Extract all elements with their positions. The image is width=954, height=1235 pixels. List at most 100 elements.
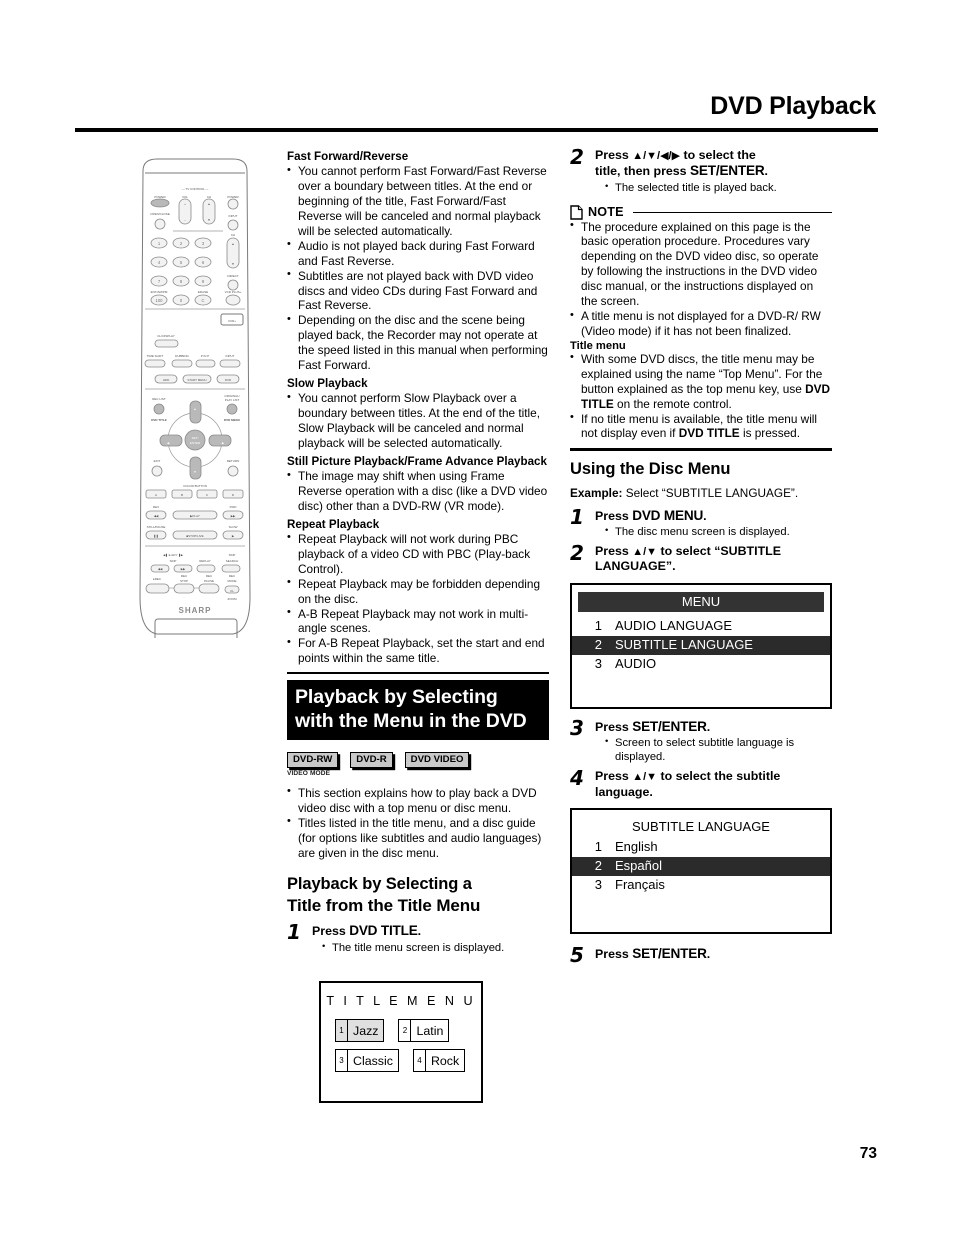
svg-text:VCR+: VCR+ bbox=[228, 319, 236, 323]
step-bullets: Screen to select subtitle language is di… bbox=[605, 736, 832, 764]
step-text: Press ▲/▼ to select “SUBTITLE LANGUAGE”. bbox=[595, 544, 832, 574]
note-header: NOTE bbox=[570, 204, 832, 220]
list-item: The disc menu screen is displayed. bbox=[605, 525, 832, 539]
disc-type-badges: DVD-RW VIDEO MODE DVD-R DVD VIDEO bbox=[287, 749, 549, 777]
step-text: Press DVD TITLE. bbox=[312, 923, 549, 939]
svg-text:P IN P: P IN P bbox=[201, 354, 210, 358]
step-text-tail: to select the subtitle bbox=[657, 769, 781, 784]
item-label: Español bbox=[615, 858, 662, 874]
heading-slow-playback: Slow Playback bbox=[287, 377, 368, 391]
example-label: Example: bbox=[570, 485, 623, 500]
svg-text:▲: ▲ bbox=[232, 242, 235, 246]
svg-text:ENTER: ENTER bbox=[190, 441, 201, 445]
step-text-tail: to select “SUBTITLE bbox=[657, 544, 781, 559]
bullets-fast-forward-reverse: You cannot perform Fast Forward/Fast Rev… bbox=[287, 164, 549, 373]
disc-menu-rows: 1 AUDIO LANGUAGE 2 SUBTITLE LANGUAGE 3 A… bbox=[572, 612, 830, 674]
svg-text:MODE: MODE bbox=[228, 579, 237, 583]
badge-dvd-video: DVD VIDEO bbox=[404, 749, 470, 768]
step-text: Press ▲/▼/◀/▶ to select the title, then p… bbox=[595, 148, 832, 180]
manual-page: DVD Playback .ol{fill:none;stroke:#7a7a7… bbox=[0, 0, 954, 1235]
step-text: Press SET/ENTER. bbox=[595, 719, 832, 735]
section-banner-playback-by-selecting: Playback by Selecting with the Menu in t… bbox=[287, 679, 549, 741]
page-title: DVD Playback bbox=[710, 92, 876, 120]
list-item: This section explains how to play back a… bbox=[287, 785, 549, 816]
svg-text:A: A bbox=[155, 493, 157, 497]
arrow-keys-icon: ▲/▼ bbox=[632, 771, 658, 784]
svg-text:REC: REC bbox=[181, 574, 188, 578]
svg-text:●REC: ●REC bbox=[153, 577, 162, 581]
disc-menu-item-2[interactable]: 2 SUBTITLE LANGUAGE bbox=[572, 635, 830, 655]
svg-text:HDD: HDD bbox=[163, 378, 170, 382]
right-column: 2 Press ▲/▼/◀/▶ to select the title, then… bbox=[570, 145, 832, 967]
svg-text:+: + bbox=[184, 202, 186, 206]
title-menu-row: 3 Classic 4 Rock bbox=[335, 1049, 481, 1072]
disc-menu-item-1[interactable]: 1 AUDIO LANGUAGE bbox=[572, 617, 830, 636]
title-menu-item-2[interactable]: 2 Latin bbox=[398, 1019, 450, 1042]
title-menu-grid: 1 Jazz 2 Latin 3 Classic 4 Rock bbox=[335, 1019, 481, 1072]
note-subbullets: With some DVD discs, the title menu may … bbox=[570, 351, 832, 442]
list-item: Audio is not played back during Fast For… bbox=[287, 238, 549, 269]
item-number: 2 bbox=[399, 1020, 412, 1041]
svg-text:▼: ▼ bbox=[194, 470, 197, 474]
subtitle-language-item-2[interactable]: 2 Español bbox=[572, 857, 830, 877]
step-key-name: SET/ENTER bbox=[690, 163, 765, 179]
subtitle-language-item-3[interactable]: 3 Français bbox=[572, 876, 830, 895]
note-bullets: The procedure explained on this page is … bbox=[570, 219, 832, 339]
svg-text:▼: ▼ bbox=[232, 262, 235, 266]
svg-text:EXIT: EXIT bbox=[154, 459, 161, 463]
step-number: 2 bbox=[570, 541, 584, 566]
svg-text:▲: ▲ bbox=[194, 407, 197, 411]
list-item: Depending on the disc and the scene bein… bbox=[287, 313, 549, 373]
step-period: . bbox=[764, 164, 768, 179]
svg-text:PLAY LIST: PLAY LIST bbox=[225, 398, 240, 402]
title-menu-item-4[interactable]: 4 Rock bbox=[412, 1049, 466, 1072]
list-item: A-B Repeat Playback may not work in mult… bbox=[287, 606, 549, 637]
item-label: Latin bbox=[416, 1023, 444, 1038]
svg-text:DVD: DVD bbox=[225, 378, 232, 382]
svg-text:SEARCH: SEARCH bbox=[226, 559, 239, 563]
svg-text:COLOR BUTTON: COLOR BUTTON bbox=[183, 484, 207, 488]
bullets-slow-playback: You cannot perform Slow Playback over a … bbox=[287, 391, 549, 451]
item-number: 3 bbox=[594, 655, 602, 671]
svg-text:C: C bbox=[201, 298, 204, 303]
svg-text:FWD: FWD bbox=[230, 505, 238, 509]
list-item: Screen to select subtitle language is di… bbox=[605, 736, 832, 764]
svg-text:CH: CH bbox=[207, 195, 211, 199]
badge-dvd-r: DVD-R bbox=[350, 749, 393, 768]
title-menu-item-1[interactable]: 1 Jazz bbox=[335, 1019, 385, 1042]
subtitle-language-screen: SUBTITLE LANGUAGE 1 English 2 Español 3 … bbox=[570, 808, 832, 935]
list-item: For A-B Repeat Playback, set the start a… bbox=[287, 636, 549, 666]
subtitle-language-item-1[interactable]: 1 English bbox=[572, 838, 830, 857]
disc-menu-screen-header: MENU bbox=[578, 592, 824, 613]
step-number: 1 bbox=[287, 920, 301, 945]
step-press-word: Press bbox=[595, 769, 633, 784]
list-item: Repeat Playback may be forbidden dependi… bbox=[287, 576, 549, 607]
item-label: AUDIO LANGUAGE bbox=[615, 618, 733, 634]
heading-fast-forward-reverse: Fast Forward/Reverse bbox=[287, 150, 409, 163]
disc-menu-item-3[interactable]: 3 AUDIO bbox=[572, 655, 830, 674]
step-1-press-dvd-menu: 1 Press DVD MENU. The disc menu screen i… bbox=[570, 504, 832, 539]
step-text-line2: language. bbox=[595, 784, 653, 799]
subtitle-language-rows: 1 English 2 Español 3 Français bbox=[572, 836, 830, 895]
title-menu-item-3[interactable]: 3 Classic bbox=[335, 1049, 399, 1072]
remote-control-illustration: .ol{fill:none;stroke:#7a7a7a;stroke-widt… bbox=[133, 157, 257, 650]
svg-text:VOL: VOL bbox=[182, 195, 188, 199]
item-number: 4 bbox=[414, 1050, 426, 1071]
svg-text:SET/: SET/ bbox=[192, 436, 199, 440]
step-number: 1 bbox=[570, 504, 584, 529]
svg-text:▲: ▲ bbox=[208, 202, 211, 206]
step-number: 5 bbox=[570, 943, 584, 968]
svg-text:INPUT: INPUT bbox=[229, 214, 238, 218]
svg-text:STOP: STOP bbox=[180, 579, 188, 583]
svg-text:REPLAY: REPLAY bbox=[199, 559, 211, 563]
svg-text:REV: REV bbox=[153, 505, 159, 509]
heading-still-picture-playback: Still Picture Playback/Frame Advance Pla… bbox=[287, 454, 547, 468]
svg-text:SLOW: SLOW bbox=[229, 525, 238, 529]
svg-text:REC: REC bbox=[229, 574, 236, 578]
step-number: 4 bbox=[570, 766, 584, 791]
svg-text:DUBBING: DUBBING bbox=[175, 354, 189, 358]
svg-text:SKIP: SKIP bbox=[170, 559, 177, 563]
svg-text:ENT/AM/PM: ENT/AM/PM bbox=[151, 290, 168, 294]
svg-text:TIME SHIFT: TIME SHIFT bbox=[147, 354, 164, 358]
note-rule bbox=[632, 211, 832, 214]
